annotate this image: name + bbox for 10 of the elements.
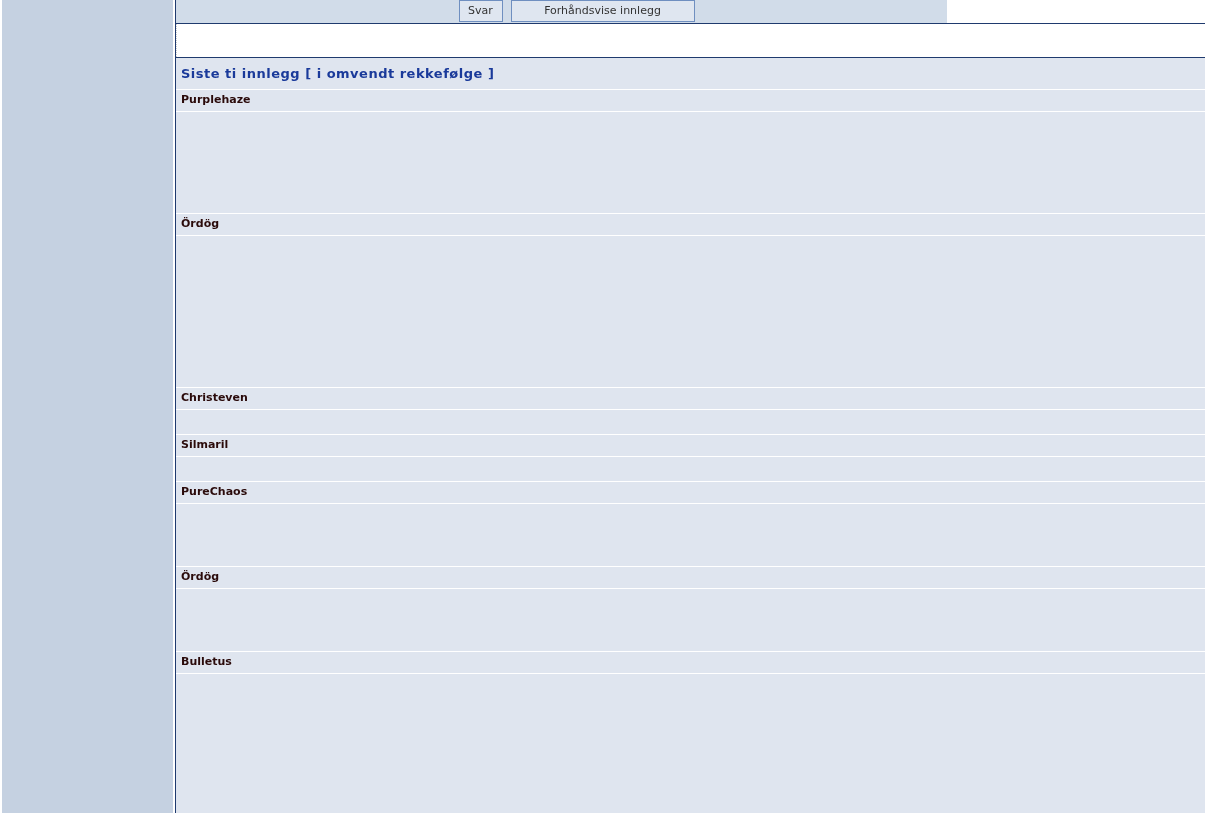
post-author: Bulletus	[176, 651, 1205, 673]
panel-title: Siste ti innlegg [ i omvendt rekkefølge ]	[180, 64, 496, 83]
post-author: PureChaos	[176, 481, 1205, 503]
post-author: Christeven	[176, 387, 1205, 409]
toolbar-button[interactable]: Forhåndsvise innlegg	[510, 0, 695, 22]
post-author: Silmaril	[176, 434, 1205, 456]
post-author: Purplehaze	[176, 89, 1205, 111]
toolbar-button[interactable]: Svar	[458, 0, 503, 22]
post-author: Ördög	[176, 566, 1205, 588]
post-author: Ördög	[176, 213, 1205, 235]
